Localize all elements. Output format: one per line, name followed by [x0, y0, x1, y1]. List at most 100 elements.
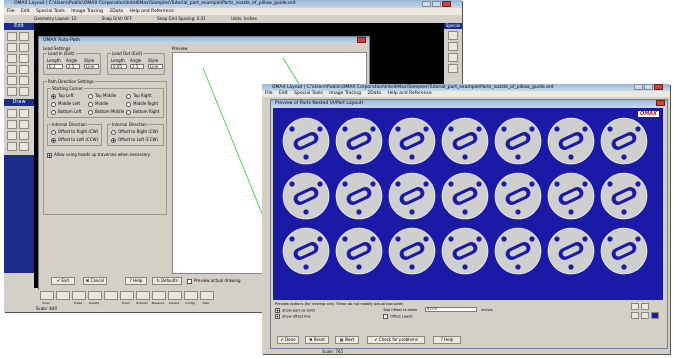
corner-top-right-radio[interactable]: Top Right [126, 93, 152, 99]
autopath-close-button[interactable] [357, 37, 366, 43]
help-toolbar-button[interactable] [200, 291, 214, 300]
external-offset-right-radio[interactable]: Offset to Right (CW) [111, 129, 158, 135]
ok-exit-button[interactable]: ✔ Exit [51, 277, 75, 285]
front-minimize-button[interactable] [634, 84, 643, 90]
corner-bottom-right-radio[interactable]: Bottom Right [126, 109, 159, 115]
join-tool-icon[interactable] [19, 87, 29, 96]
show-offset-line-checkbox[interactable]: Show offset line [275, 314, 311, 320]
undo-button[interactable] [40, 291, 54, 300]
front-close-button[interactable] [654, 84, 663, 90]
done-button[interactable]: ✔ Done [277, 336, 299, 344]
special-tool-1-icon[interactable] [448, 31, 458, 40]
array-tool-icon[interactable] [19, 65, 29, 74]
config-button[interactable] [184, 291, 198, 300]
front-menu-special-tools[interactable]: Special Tools [294, 91, 323, 96]
lead-in-angle-field[interactable]: 2.5 [66, 64, 80, 69]
zoom-window-icon[interactable] [641, 312, 649, 319]
measure-button[interactable] [152, 291, 166, 300]
line-tool-icon[interactable] [7, 109, 17, 118]
menu-special-tools[interactable]: Special Tools [36, 9, 65, 14]
front-menu-help[interactable]: Help and Reference [387, 91, 431, 96]
delete-tool-icon[interactable] [19, 32, 29, 41]
zoom-button[interactable] [120, 291, 134, 300]
move-tool-icon[interactable] [7, 43, 17, 52]
front-menu-edit[interactable]: Edit [279, 91, 288, 96]
trim-tool-icon[interactable] [7, 76, 17, 85]
corner-bottom-middle-radio[interactable]: Bottom Middle [88, 109, 124, 115]
minimize-button[interactable] [422, 1, 431, 7]
break-tool-icon[interactable] [19, 76, 29, 85]
zoom-out-icon[interactable] [641, 303, 649, 310]
lead-out-style-select[interactable]: Line [148, 64, 163, 69]
pan-view-icon[interactable] [651, 312, 659, 319]
special-tool-4-icon[interactable] [448, 64, 458, 73]
copy-tool-icon[interactable] [19, 43, 29, 52]
front-menu-file[interactable]: File [265, 91, 273, 96]
corner-top-middle-radio[interactable]: Top Middle [88, 93, 116, 99]
redo-button[interactable] [56, 291, 70, 300]
offset-leads-checkbox[interactable]: Offset Leads [383, 314, 412, 320]
inquire-button[interactable] [168, 291, 182, 300]
show-part-solid-checkbox[interactable]: Show part as solid [275, 308, 315, 314]
lead-in-style-select[interactable]: Line [84, 64, 99, 69]
front-maximize-button[interactable] [644, 84, 653, 90]
nest-dialog-close-button[interactable] [656, 100, 665, 106]
rectangle-tool-icon[interactable] [19, 120, 29, 129]
front-menu-image-tracing[interactable]: Image Tracing [329, 91, 361, 96]
arc-tool-icon[interactable] [19, 109, 29, 118]
external-offset-left-radio[interactable]: Offset to Left (CCW) [111, 137, 158, 143]
front-menu-2data[interactable]: 2Data [367, 91, 381, 96]
defaults-button[interactable]: ↻ Defaults [152, 277, 182, 285]
fillet-tool-icon[interactable] [7, 87, 17, 96]
check-problems-button[interactable]: ✔ Check for problems [367, 336, 425, 344]
corner-bottom-left-radio[interactable]: Bottom Left [51, 109, 81, 115]
reset-button[interactable]: ✖ Reset [305, 336, 329, 344]
erase-button[interactable] [72, 291, 86, 300]
corner-middle-radio[interactable]: Middle [88, 101, 108, 107]
next-button[interactable]: ▦ Next [335, 336, 359, 344]
menu-2data[interactable]: 2Data [109, 9, 123, 14]
part-bolt-hole [448, 126, 454, 132]
nested-part [441, 117, 489, 165]
reset-label: Reset [313, 337, 325, 342]
scale-tool-icon[interactable] [7, 65, 17, 74]
corner-top-left-radio[interactable]: Top Left [51, 93, 74, 99]
maximize-button[interactable] [432, 1, 441, 7]
corner-middle-right-radio[interactable]: Middle Right [126, 101, 158, 107]
help-button[interactable]: ? Help [125, 277, 147, 285]
lead-in-length-field[interactable]: 0.2 [47, 64, 63, 69]
rotate-tool-icon[interactable] [7, 54, 17, 63]
mirror-tool-icon[interactable] [19, 54, 29, 63]
internal-offset-right-radio[interactable]: Offset to Right (CW) [51, 129, 98, 135]
lead-out-angle-field[interactable]: 2.5 [130, 64, 144, 69]
select-tool-icon[interactable] [7, 32, 17, 41]
offset-tool-icon[interactable] [7, 142, 17, 151]
nest-canvas[interactable]: OMAX [273, 108, 663, 300]
lead-out-length-field[interactable]: 0.05 [111, 64, 127, 69]
extents-button[interactable] [136, 291, 150, 300]
corner-middle-left-radio[interactable]: Middle Left [51, 101, 80, 107]
spline-tool-icon[interactable] [19, 142, 29, 151]
menu-help[interactable]: Help and Reference [129, 9, 173, 14]
zoom-in-icon[interactable] [631, 303, 639, 310]
menu-file[interactable]: File [7, 9, 15, 14]
polygon-tool-icon[interactable] [7, 131, 17, 140]
menu-image-tracing[interactable]: Image Tracing [71, 9, 103, 14]
offset-leads-label: Offset Leads [390, 314, 413, 319]
zoom-extents-icon[interactable] [631, 312, 639, 319]
tool-offset-field[interactable]: 0.070 [425, 307, 477, 312]
cancel-button[interactable]: ✖ Cancel [83, 277, 107, 285]
nest-help-button[interactable]: ? Help [433, 336, 461, 344]
pan-button[interactable] [104, 291, 118, 300]
preview-drawing-checkbox[interactable]: Preview actual drawing [187, 278, 241, 284]
internal-offset-left-radio[interactable]: Offset to Left (CCW) [51, 137, 98, 143]
menu-edit[interactable]: Edit [21, 9, 30, 14]
circle-tool-icon[interactable] [7, 120, 17, 129]
geometry-layout-status: Geometry Layout: 10 [34, 16, 77, 21]
qualify-button[interactable] [88, 291, 102, 300]
special-tool-3-icon[interactable] [448, 53, 458, 62]
text-tool-icon[interactable] [19, 131, 29, 140]
allow-heads-up-checkbox[interactable]: Allow using heads up traverses when nece… [47, 152, 150, 158]
close-button[interactable] [442, 1, 451, 7]
special-tool-2-icon[interactable] [448, 42, 458, 51]
